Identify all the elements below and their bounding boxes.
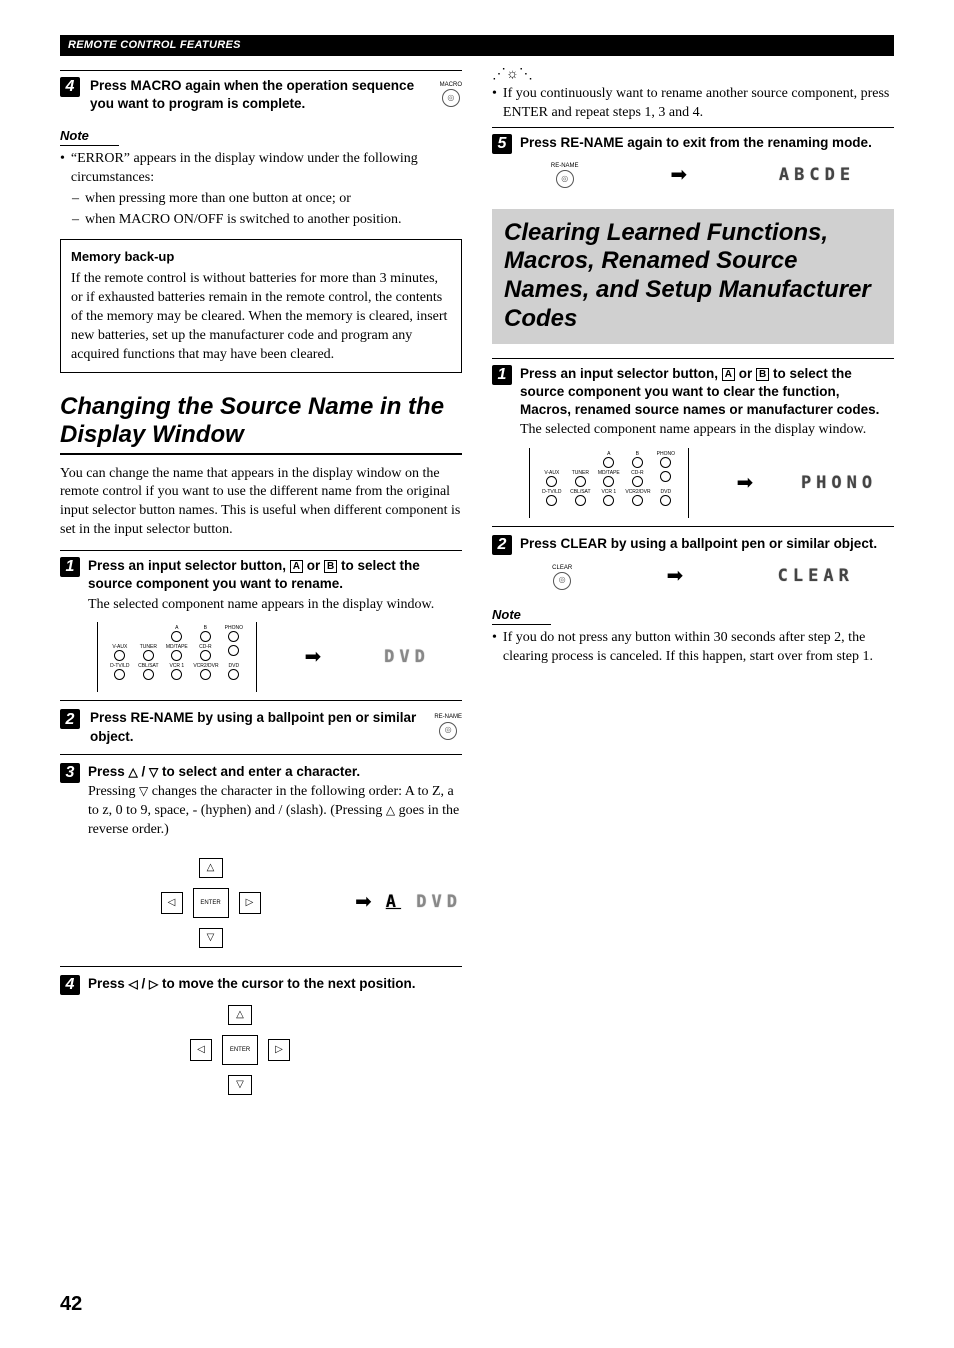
rename-button-icon: RE-NAME ◎ xyxy=(551,162,579,188)
note-label: Note xyxy=(60,127,119,146)
rename-step-1: 1 Press an input selector button, A or B… xyxy=(60,557,462,614)
display-readout: ABCDE xyxy=(779,164,855,187)
macro-button-icon: MACRO ◎ xyxy=(440,81,462,107)
step-number: 5 xyxy=(492,134,512,154)
section-header: REMOTE CONTROL FEATURES xyxy=(60,35,894,56)
display-readout: PHONO xyxy=(801,472,877,495)
step-title: Press an input selector button, A or B t… xyxy=(88,557,462,593)
step-title: Press an input selector button, A or B t… xyxy=(520,365,894,420)
clear-step-1: 1 Press an input selector button, A or B… xyxy=(492,365,894,441)
figure-rename-exit: RE-NAME ◎ ➡ ABCDE xyxy=(512,162,894,189)
step-title: Press CLEAR by using a ballpoint pen or … xyxy=(520,535,894,553)
arrow-right-icon: ➡ xyxy=(305,644,322,671)
memory-title: Memory back-up xyxy=(71,248,451,266)
step-body: The selected component name appears in t… xyxy=(88,596,462,615)
note-bullet: “ERROR” appears in the display window un… xyxy=(60,150,462,188)
step-title: Press MACRO again when the operation seq… xyxy=(90,77,430,113)
arrow-right-icon: ➡ xyxy=(355,889,372,916)
step-number: 2 xyxy=(492,535,512,555)
rename-step-2: 2 Press RE-NAME by using a ballpoint pen… xyxy=(60,709,462,745)
memory-backup-box: Memory back-up If the remote control is … xyxy=(60,239,462,373)
rename-intro: You can change the name that appears in … xyxy=(60,465,462,541)
dpad-icon: △ ◁ ENTER ▷ ▽ xyxy=(151,858,271,948)
two-column-layout: 4 Press MACRO again when the operation s… xyxy=(60,66,894,1105)
step-title: Press ◁ / ▷ to move the cursor to the ne… xyxy=(88,975,462,993)
figure-input-selector-dvd: A B PHONO V-AUX TUNER MD/TAPE CD-R D-TV/… xyxy=(80,622,462,692)
arrow-right-icon: ➡ xyxy=(737,470,754,497)
rename-step-5: 5 Press RE-NAME again to exit from the r… xyxy=(492,134,894,154)
display-readout: A DVD xyxy=(386,891,462,914)
figure-input-selector-phono: A B PHONO V-AUX TUNER MD/TAPE CD-R D-TV/… xyxy=(512,448,894,518)
note-bullet: If you do not press any button within 30… xyxy=(492,629,894,667)
memory-body: If the remote control is without batteri… xyxy=(71,270,451,364)
page-number: 42 xyxy=(60,1291,82,1318)
clear-button-icon: CLEAR ◎ xyxy=(552,564,572,590)
step-title: Press RE-NAME again to exit from the ren… xyxy=(520,134,894,152)
remote-button-grid-icon: A B PHONO V-AUX TUNER MD/TAPE CD-R D-TV/… xyxy=(97,622,257,692)
arrow-right-icon: ➡ xyxy=(670,162,687,189)
remote-button-grid-icon: A B PHONO V-AUX TUNER MD/TAPE CD-R D-TV/… xyxy=(529,448,689,518)
note-dash-2: when MACRO ON/OFF is switched to another… xyxy=(72,211,462,230)
note-label: Note xyxy=(492,606,551,625)
step-number: 1 xyxy=(492,365,512,385)
hint-bullet: If you continuously want to rename anoth… xyxy=(492,85,894,123)
step-number: 4 xyxy=(60,77,80,97)
step-body: The selected component name appears in t… xyxy=(520,421,894,440)
step-4-macro: 4 Press MACRO again when the operation s… xyxy=(60,77,462,113)
section-title-clearing: Clearing Learned Functions, Macros, Rena… xyxy=(492,209,894,344)
section-title-rename: Changing the Source Name in the Display … xyxy=(60,393,462,454)
figure-clear: CLEAR ◎ ➡ CLEAR xyxy=(512,563,894,590)
step-title: Press △ / ▽ to select and enter a charac… xyxy=(88,763,462,781)
display-readout: CLEAR xyxy=(778,565,854,588)
hint-icon: ⋰☼⋱ xyxy=(492,66,894,85)
step-title: Press RE-NAME by using a ballpoint pen o… xyxy=(90,709,424,745)
figure-dpad-step3: △ ◁ ENTER ▷ ▽ ➡ A DVD xyxy=(80,848,462,958)
arrow-right-icon: ➡ xyxy=(667,563,684,590)
step-number: 1 xyxy=(60,557,80,577)
note-dash-1: when pressing more than one button at on… xyxy=(72,190,462,209)
step-body: Pressing ▽ changes the character in the … xyxy=(88,783,462,840)
rename-step-3: 3 Press △ / ▽ to select and enter a char… xyxy=(60,763,462,840)
step-number: 4 xyxy=(60,975,80,995)
dpad-icon: △ ◁ ENTER ▷ ▽ xyxy=(180,1005,300,1095)
left-column: 4 Press MACRO again when the operation s… xyxy=(60,66,462,1105)
display-readout: DVD xyxy=(369,646,445,669)
clear-step-2: 2 Press CLEAR by using a ballpoint pen o… xyxy=(492,535,894,555)
rename-button-icon: RE-NAME ◎ xyxy=(434,713,462,739)
right-column: ⋰☼⋱ If you continuously want to rename a… xyxy=(492,66,894,1105)
step-number: 2 xyxy=(60,709,80,729)
rename-step-4: 4 Press ◁ / ▷ to move the cursor to the … xyxy=(60,975,462,995)
step-number: 3 xyxy=(60,763,80,783)
